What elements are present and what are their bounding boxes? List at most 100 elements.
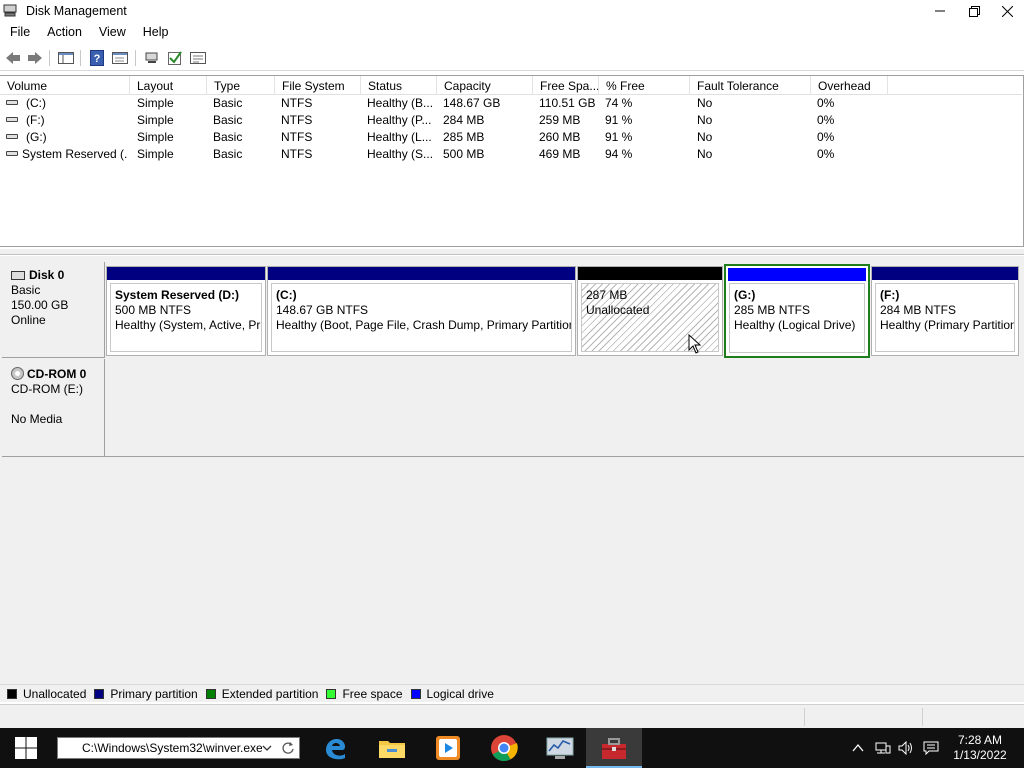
help-icon[interactable]: ? [88,49,106,67]
close-button[interactable] [990,0,1024,22]
legend-free-space: Free space [326,687,403,701]
volume-name: (F:) [26,113,45,127]
volume-free-space: 110.51 GB [539,96,596,110]
partition-status: Healthy (Boot, Page File, Crash Dump, Pr… [276,318,572,332]
windows-logo-icon [15,737,37,759]
action-center-icon[interactable] [923,740,939,756]
legend-swatch [205,688,216,699]
media-player-icon[interactable] [420,728,476,768]
minimize-button[interactable] [923,0,957,22]
refresh-icon[interactable] [281,741,295,755]
column-fault-tolerance[interactable]: Fault Tolerance [690,76,811,95]
partition-status: Healthy (Logical Drive) [734,318,856,332]
column-capacity[interactable]: Capacity [437,76,533,95]
partition-system-reserved[interactable]: System Reserved (D:) 500 MB NTFS Healthy… [106,266,266,356]
legend-swatch [7,688,17,699]
volume-list-header: Volume Layout Type File System Status Ca… [0,76,1022,95]
taskbar: C:\Windows\System32\winver.exe 7:28 AM 1… [0,728,1024,768]
status-pane [804,708,805,726]
column-overhead[interactable]: Overhead [811,76,888,95]
volume-list: Volume Layout Type File System Status Ca… [0,75,1024,247]
volume-row[interactable]: (C:) Simple Basic NTFS Healthy (B... 148… [0,95,1022,112]
performance-monitor-icon[interactable] [532,728,588,768]
legend-extended-partition: Extended partition [205,687,318,701]
cdrom-0-label[interactable]: CD-ROM 0 CD-ROM (E:) No Media [2,359,105,457]
file-explorer-icon[interactable] [364,728,420,768]
legend-swatch [410,688,421,699]
volume-icon [6,117,18,122]
volume-file-system: NTFS [281,147,313,161]
status-bar [0,704,1024,728]
column-percent-free[interactable]: % Free [599,76,690,95]
disk-0-label[interactable]: Disk 0 Basic 150.00 GB Online [2,262,105,358]
chevron-down-icon[interactable] [261,742,273,754]
volume-status: Healthy (L... [367,130,432,144]
partition-f[interactable]: (F:) 284 MB NTFS Healthy (Primary Partit… [871,266,1019,356]
partition-type-bar [728,268,866,281]
edge-icon[interactable] [308,728,364,768]
volume-fault-tolerance: No [697,113,713,127]
chrome-icon[interactable] [476,728,532,768]
run-input[interactable]: C:\Windows\System32\winver.exe [82,741,262,755]
volume-status: Healthy (S... [367,147,434,161]
partition-size: 148.67 GB NTFS [276,303,369,317]
toolbox-icon[interactable] [586,728,642,768]
legend-label: Logical drive [426,686,494,701]
disk-kind: Basic [11,283,41,297]
legend-unallocated: Unallocated [7,687,86,701]
volume-percent-free: 74 % [605,96,633,110]
partition-g[interactable]: (G:) 285 MB NTFS Healthy (Logical Drive) [724,264,870,358]
menu-view[interactable]: View [89,23,133,43]
volume-capacity: 148.67 GB [443,96,501,110]
menu-action[interactable]: Action [37,23,89,43]
column-free-space[interactable]: Free Spa... [533,76,599,95]
console-tree-icon[interactable] [57,49,75,67]
legend-label: Unallocated [23,686,87,701]
volume-row[interactable]: (G:) Simple Basic NTFS Healthy (L... 285… [0,129,1022,146]
partition-type-bar [872,267,1018,280]
svg-text:?: ? [94,53,101,65]
disk-0-row: Disk 0 Basic 150.00 GB Online System Res… [0,262,1024,358]
network-icon[interactable] [875,740,891,756]
partition-c[interactable]: (C:) 148.67 GB NTFS Healthy (Boot, Page … [267,266,576,356]
forward-arrow-icon[interactable] [26,49,44,67]
column-status[interactable]: Status [361,76,437,95]
start-button[interactable] [0,728,52,768]
volume-layout: Simple [137,130,174,144]
volume-file-system: NTFS [281,113,313,127]
properties-icon[interactable] [111,49,129,67]
menu-help[interactable]: Help [133,23,176,43]
volume-row[interactable]: System Reserved (... Simple Basic NTFS H… [0,146,1022,163]
cdrom-drive: CD-ROM (E:) [11,382,83,396]
disk-state: Online [11,313,46,327]
column-file-system[interactable]: File System [275,76,361,95]
volume-capacity: 500 MB [443,147,485,161]
chevron-up-icon[interactable] [850,740,866,756]
partition-type-bar [268,267,575,280]
legend: Unallocated Primary partition Extended p… [0,684,1024,702]
volume-free-space: 259 MB [539,113,581,127]
column-type[interactable]: Type [207,76,275,95]
clock-date: 1/13/2022 [953,748,1007,762]
disk-icon [11,271,25,280]
volume-icon [6,100,18,105]
volume-row[interactable]: (F:) Simple Basic NTFS Healthy (P... 284… [0,112,1022,129]
legend-swatch [326,688,337,699]
settings-icon[interactable] [189,49,207,67]
check-icon[interactable] [166,49,184,67]
menu-file[interactable]: File [0,23,37,43]
volume-overhead: 0% [817,113,835,127]
restore-button[interactable] [957,0,991,22]
column-volume[interactable]: Volume [0,76,130,95]
partition-size: 287 MB [586,288,628,302]
run-address-box[interactable]: C:\Windows\System32\winver.exe [57,737,300,759]
clock[interactable]: 7:28 AM 1/13/2022 [945,733,1015,763]
pane-splitter[interactable] [0,249,1024,255]
back-arrow-icon[interactable] [4,49,22,67]
volume-layout: Simple [137,147,174,161]
disk-management-window: Disk Management File Action View Help ? [0,0,1024,728]
volume-icon[interactable] [898,740,914,756]
cdrom-icon [11,367,24,380]
connect-icon[interactable] [143,49,161,67]
column-layout[interactable]: Layout [130,76,207,95]
